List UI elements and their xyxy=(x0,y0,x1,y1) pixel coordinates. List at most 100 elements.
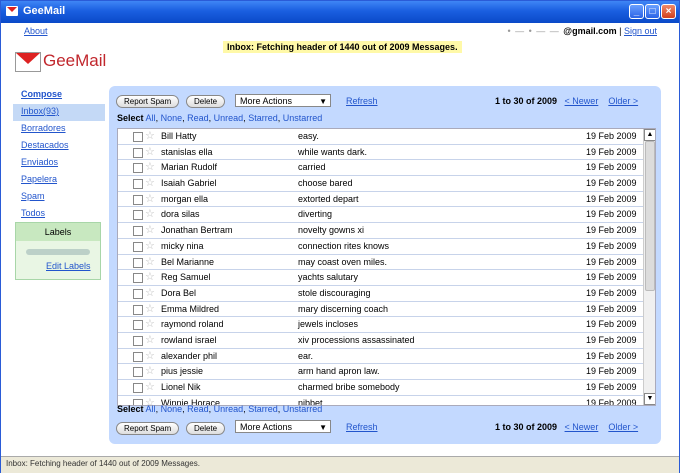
select-read[interactable]: Read xyxy=(187,113,209,123)
minimize-icon[interactable]: _ xyxy=(629,4,644,19)
star-icon[interactable]: ☆ xyxy=(145,255,155,268)
table-row[interactable]: ☆ Marian Rudolf carried 19 Feb 2009 xyxy=(118,160,655,177)
star-icon[interactable]: ☆ xyxy=(145,192,155,205)
table-row[interactable]: ☆ pius jessie arm hand apron law. 19 Feb 20… xyxy=(118,364,655,380)
fetch-status-banner: Inbox: Fetching header of 1440 out of 20… xyxy=(223,41,462,53)
row-checkbox[interactable] xyxy=(133,147,143,158)
select-unstarred[interactable]: Unstarred xyxy=(283,404,323,414)
star-icon[interactable]: ☆ xyxy=(145,349,155,362)
row-checkbox[interactable] xyxy=(133,335,143,346)
sidebar-item-todos[interactable]: Todos xyxy=(15,206,105,223)
table-row[interactable]: ☆ rowland israel xiv processions assassina… xyxy=(118,333,655,349)
select-starred[interactable]: Starred xyxy=(248,113,278,123)
row-checkbox[interactable] xyxy=(133,273,143,284)
label-item-masked[interactable] xyxy=(26,249,90,255)
table-row[interactable]: ☆ Bel Marianne may coast oven miles. 19 Feb… xyxy=(118,255,655,271)
row-checkbox[interactable] xyxy=(133,179,143,190)
scroll-thumb[interactable] xyxy=(645,141,655,291)
edit-labels-link[interactable]: Edit Labels xyxy=(46,261,91,271)
table-row[interactable]: ☆ stanislas ella while wants dark. 19 Feb 2… xyxy=(118,145,655,161)
star-icon[interactable]: ☆ xyxy=(145,364,155,377)
star-icon[interactable]: ☆ xyxy=(145,302,155,315)
older-link[interactable]: Older > xyxy=(608,96,638,106)
more-actions-select[interactable]: More Actions ▼ xyxy=(235,94,331,107)
star-icon[interactable]: ☆ xyxy=(145,380,155,393)
row-checkbox[interactable] xyxy=(133,163,143,174)
table-row[interactable]: ☆ raymond roland jewels incloses 19 Feb 200… xyxy=(118,317,655,333)
sidebar-item-borradores[interactable]: Borradores xyxy=(15,121,105,138)
table-row[interactable]: ☆ morgan ella extorted depart 19 Feb 2009 xyxy=(118,192,655,208)
table-row[interactable]: ☆ dora silas diverting 19 Feb 2009 xyxy=(118,207,655,224)
table-row[interactable]: ☆ Reg Samuel yachts salutary 19 Feb 2009 xyxy=(118,270,655,286)
table-row[interactable]: ☆ Lionel Nik charmed bribe somebody 19 Feb … xyxy=(118,380,655,396)
report-spam-button-bottom[interactable]: Report Spam xyxy=(116,422,180,435)
star-icon[interactable]: ☆ xyxy=(145,160,155,173)
row-checkbox[interactable] xyxy=(133,351,143,362)
window-title: GeeMail xyxy=(23,5,66,17)
star-icon[interactable]: ☆ xyxy=(145,286,155,299)
table-row[interactable]: ☆ Emma Mildred mary discerning coach 19 Feb… xyxy=(118,302,655,318)
row-checkbox[interactable] xyxy=(133,241,143,252)
star-icon[interactable]: ☆ xyxy=(145,207,155,220)
row-checkbox[interactable] xyxy=(133,210,143,221)
select-read[interactable]: Read xyxy=(187,404,209,414)
sign-out-link[interactable]: Sign out xyxy=(624,26,657,36)
select-none[interactable]: None xyxy=(161,113,183,123)
delete-button[interactable]: Delete xyxy=(186,95,226,108)
table-row[interactable]: ☆ alexander phil ear. 19 Feb 2009 xyxy=(118,349,655,365)
refresh-link[interactable]: Refresh xyxy=(346,96,378,106)
sidebar-item-spam[interactable]: Spam xyxy=(15,189,105,206)
table-row[interactable]: ☆ Jonathan Bertram novelty gowns xi 19 Feb … xyxy=(118,223,655,239)
star-icon[interactable]: ☆ xyxy=(145,145,155,158)
table-row[interactable]: ☆ micky nina connection rites knows 19 Feb … xyxy=(118,239,655,255)
star-icon[interactable]: ☆ xyxy=(145,239,155,252)
star-icon[interactable]: ☆ xyxy=(145,317,155,330)
row-checkbox[interactable] xyxy=(133,304,143,315)
select-unread[interactable]: Unread xyxy=(214,404,244,414)
compose-link[interactable]: Compose xyxy=(15,87,105,104)
newer-link[interactable]: < Newer xyxy=(565,422,599,432)
star-icon[interactable]: ☆ xyxy=(145,333,155,346)
row-date: 19 Feb 2009 xyxy=(586,178,637,189)
select-starred[interactable]: Starred xyxy=(248,404,278,414)
sidebar-item-enviados[interactable]: Enviados xyxy=(15,155,105,172)
row-checkbox[interactable] xyxy=(133,320,143,331)
delete-button-bottom[interactable]: Delete xyxy=(186,422,226,435)
row-checkbox[interactable] xyxy=(133,383,143,393)
row-checkbox[interactable] xyxy=(133,226,143,237)
scroll-up-icon[interactable]: ▲ xyxy=(644,129,655,141)
about-link[interactable]: About xyxy=(24,26,48,36)
sidebar-item-inbox[interactable]: Inbox(93) xyxy=(13,104,105,121)
scrollbar[interactable]: ▲ ▼ xyxy=(643,129,655,405)
star-icon[interactable]: ☆ xyxy=(145,223,155,236)
star-icon[interactable]: ☆ xyxy=(145,270,155,283)
logo[interactable]: GeeMail xyxy=(13,46,108,78)
sidebar-item-papelera[interactable]: Papelera xyxy=(15,172,105,189)
more-actions-select-bottom[interactable]: More Actions ▼ xyxy=(235,420,331,433)
report-spam-button[interactable]: Report Spam xyxy=(116,95,180,108)
select-all[interactable]: All xyxy=(146,404,156,414)
row-checkbox[interactable] xyxy=(133,132,143,142)
star-icon[interactable]: ☆ xyxy=(145,176,155,189)
select-all[interactable]: All xyxy=(146,113,156,123)
app-envelope-icon xyxy=(6,6,18,16)
select-unread[interactable]: Unread xyxy=(214,113,244,123)
older-link[interactable]: Older > xyxy=(608,422,638,432)
newer-link[interactable]: < Newer xyxy=(565,96,599,106)
table-row[interactable]: ☆ Dora Bel stole discouraging 19 Feb 2009 xyxy=(118,286,655,302)
table-row[interactable]: ☆ Bill Hatty easy. 19 Feb 2009 xyxy=(118,129,655,145)
row-checkbox[interactable] xyxy=(133,288,143,299)
close-icon[interactable]: × xyxy=(661,4,676,19)
table-row[interactable]: ☆ Isaiah Gabriel choose bared 19 Feb 2009 xyxy=(118,176,655,192)
email-masked: • — • — — xyxy=(507,26,564,36)
row-checkbox[interactable] xyxy=(133,367,143,378)
row-checkbox[interactable] xyxy=(133,194,143,205)
select-unstarred[interactable]: Unstarred xyxy=(283,113,323,123)
refresh-link-bottom[interactable]: Refresh xyxy=(346,422,378,432)
row-checkbox[interactable] xyxy=(133,257,143,268)
star-icon[interactable]: ☆ xyxy=(145,129,155,142)
sidebar-item-destacados[interactable]: Destacados xyxy=(15,138,105,155)
maximize-icon[interactable]: □ xyxy=(645,4,660,19)
scroll-down-icon[interactable]: ▼ xyxy=(644,393,655,405)
select-none[interactable]: None xyxy=(161,404,183,414)
